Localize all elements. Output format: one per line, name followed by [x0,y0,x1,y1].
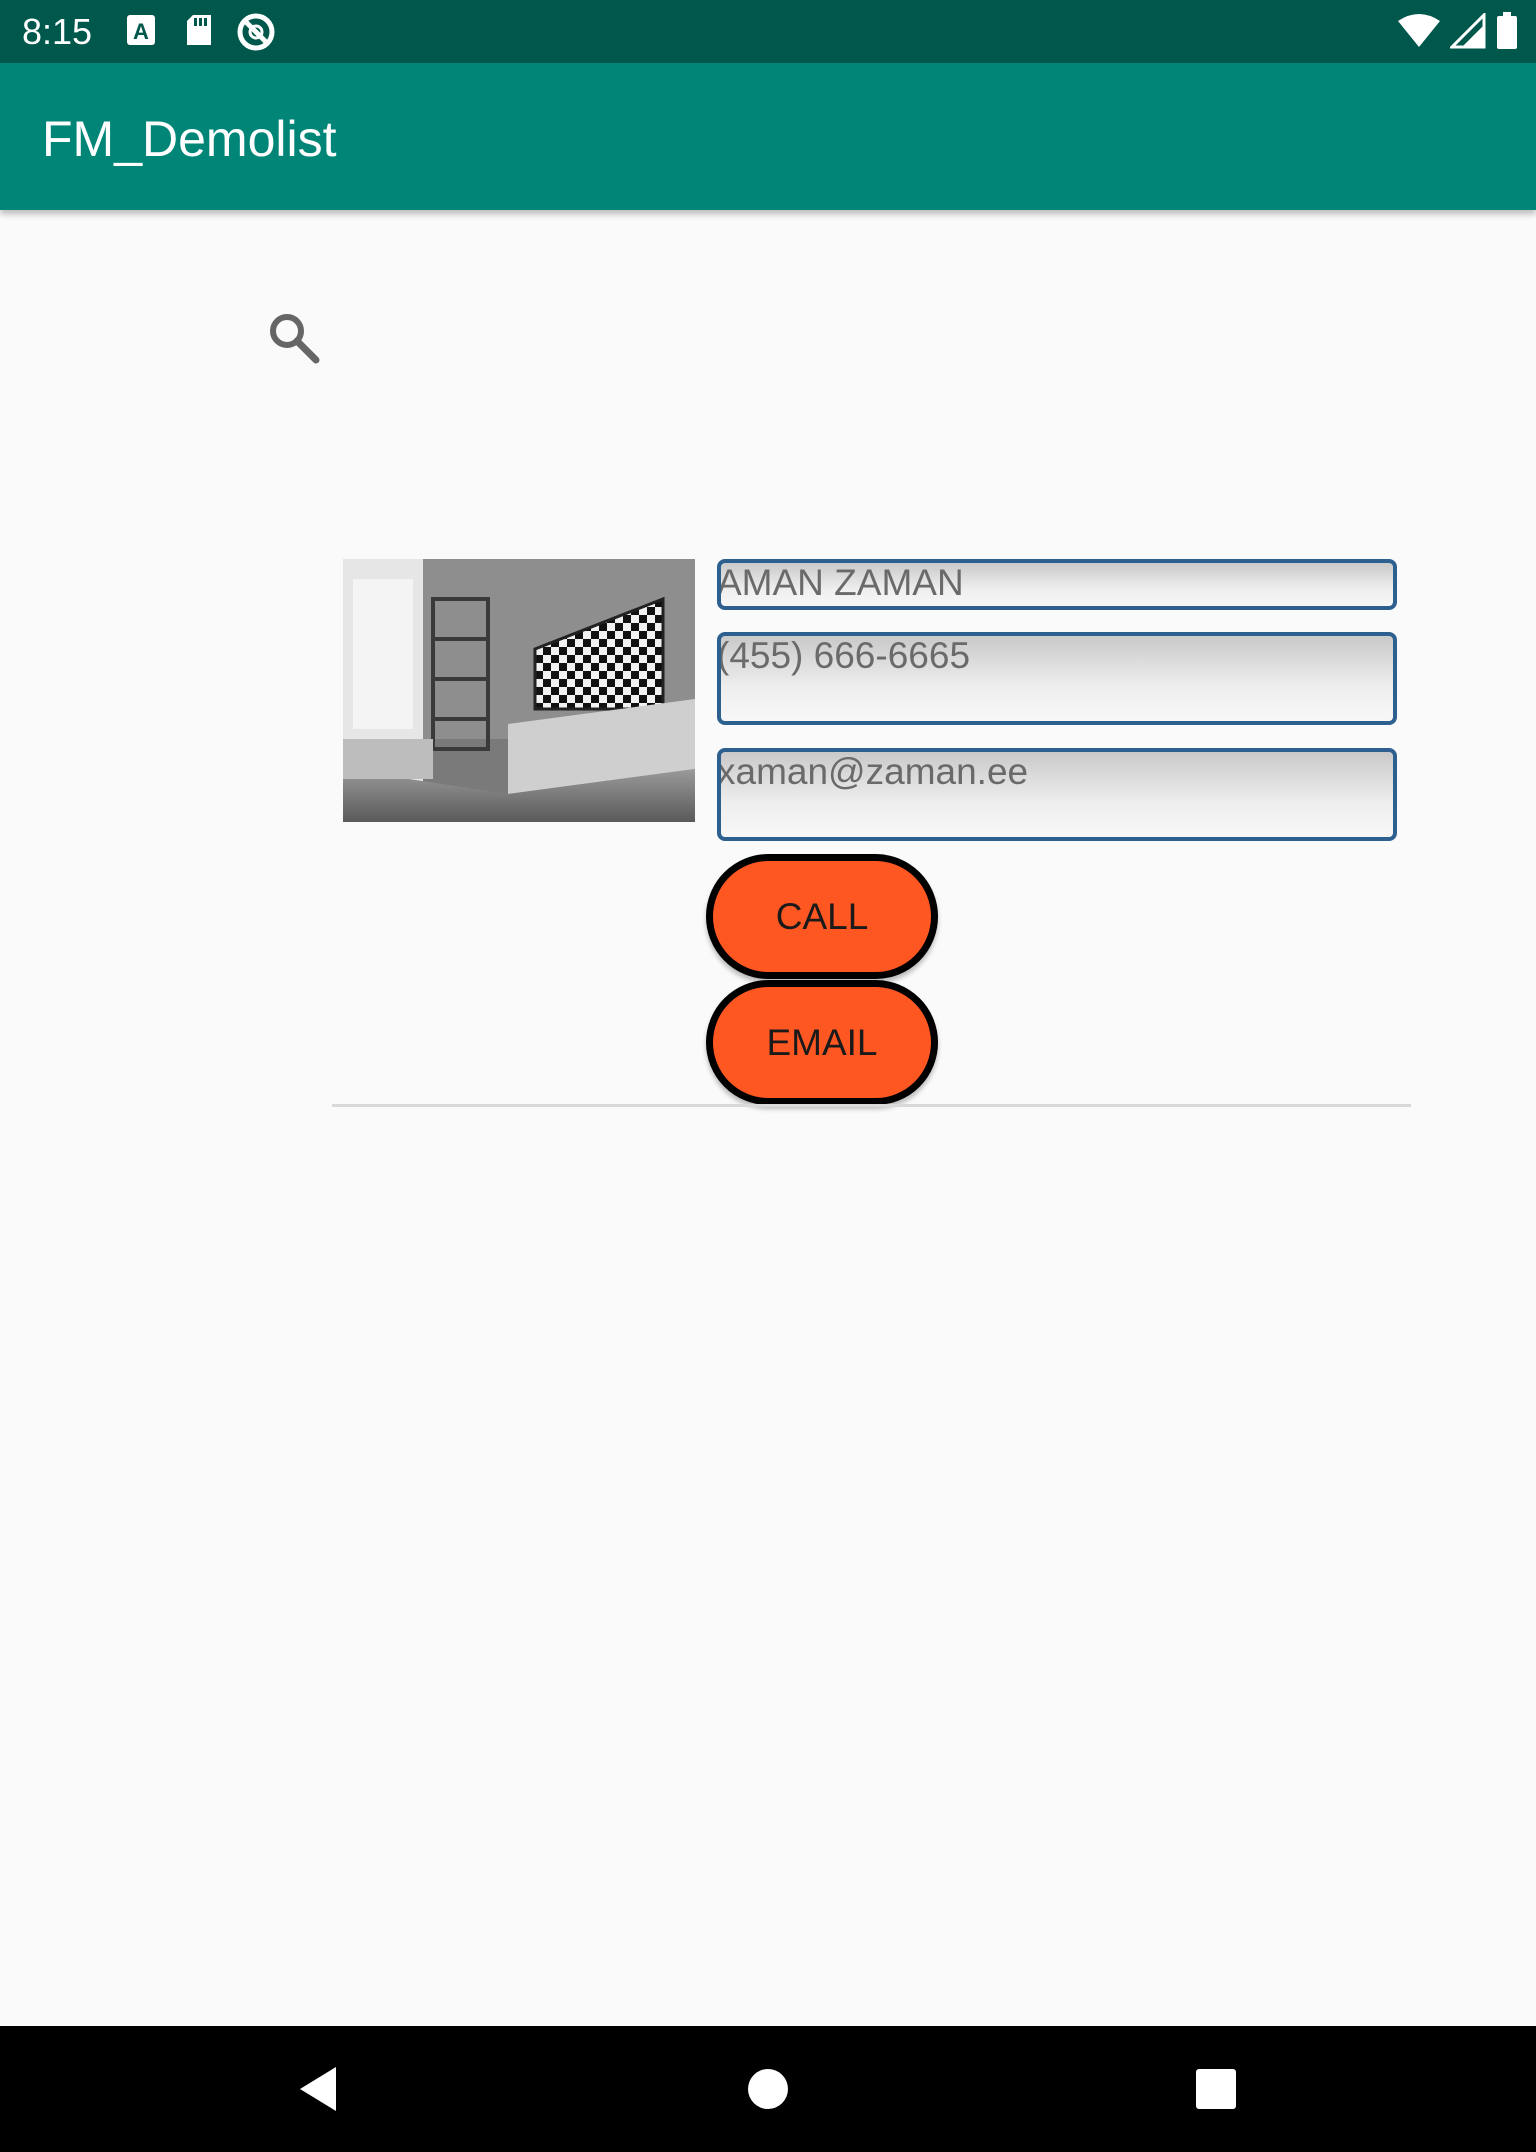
svg-text:A: A [133,19,149,44]
contact-phone-field[interactable]: (455) 666-6665 [717,632,1397,725]
app-bar: FM_Demolist [0,63,1536,210]
sd-card-icon [184,12,214,53]
navigation-bar [0,2026,1536,2152]
list-divider [332,1104,1411,1107]
wifi-icon [1398,13,1440,54]
contact-email-text: xaman@zaman.ee [717,751,1029,792]
recents-icon[interactable] [1156,2026,1276,2152]
screen: 8:15 A FM_Demolist AMAN ZAMAN (455) 666-… [0,0,1536,2152]
home-icon[interactable] [708,2026,828,2152]
call-button[interactable]: CALL [706,854,938,979]
no-sync-icon [236,12,276,57]
contact-name-text: AMAN ZAMAN [717,562,964,603]
status-right-icons [1398,11,1518,55]
contact-photo [343,559,695,822]
email-button[interactable]: EMAIL [706,980,938,1105]
back-icon[interactable] [258,2026,378,2152]
status-time: 8:15 [22,11,93,52]
search-icon[interactable] [266,310,322,366]
contact-phone-text: (455) 666-6665 [717,635,971,676]
signal-icon [1448,11,1486,54]
battery-icon [1496,12,1518,55]
contact-name-field[interactable]: AMAN ZAMAN [717,559,1397,610]
status-bar: 8:15 A [0,0,1536,63]
app-title: FM_Demolist [42,111,337,167]
a-notification-icon: A [126,12,156,53]
contact-email-field[interactable]: xaman@zaman.ee [717,748,1397,841]
